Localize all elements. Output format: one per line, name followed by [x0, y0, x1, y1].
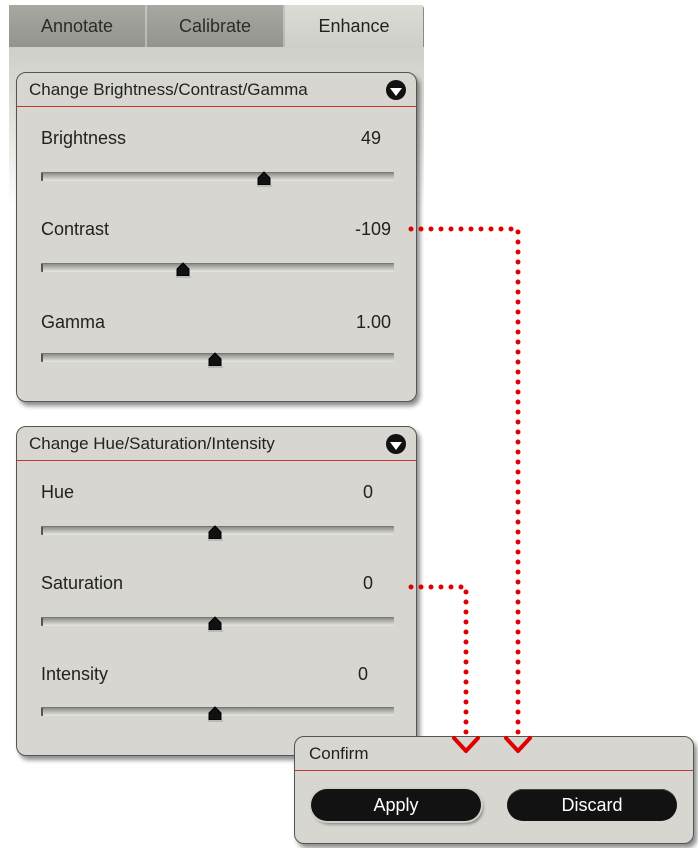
saturation-connector [408, 584, 480, 753]
discard-button[interactable]: Discard [507, 789, 677, 821]
panel-title: Confirm [309, 743, 369, 763]
gamma-value: 1.00 [355, 312, 391, 332]
saturation-label: Saturation [41, 573, 124, 593]
tab-enhance[interactable]: Enhance [285, 5, 423, 47]
hue-slider[interactable] [41, 525, 394, 541]
chevron-down-icon[interactable] [386, 80, 406, 100]
gamma-slider-thumb[interactable] [207, 352, 223, 368]
contrast-slider-thumb[interactable] [175, 262, 192, 278]
saturation-value: 0 [362, 573, 373, 593]
saturation-slider[interactable] [41, 616, 394, 632]
panel-header: Change Brightness/Contrast/Gamma [17, 73, 416, 107]
tab-annotate[interactable]: Annotate [9, 5, 147, 47]
contrast-label: Contrast [41, 219, 110, 239]
intensity-slider-thumb[interactable] [207, 706, 223, 722]
brightness-slider-thumb[interactable] [256, 171, 273, 187]
confirm-panel: Confirm Apply Discard [294, 736, 694, 844]
intensity-slider[interactable] [41, 706, 394, 722]
panel-header: Change Hue/Saturation/Intensity [17, 427, 416, 461]
intensity-value: 0 [357, 664, 368, 684]
panel-header: Confirm [295, 737, 693, 771]
hue-saturation-intensity-panel: Change Hue/Saturation/Intensity Hue 0 Sa… [16, 426, 417, 756]
saturation-slider-thumb[interactable] [207, 616, 223, 632]
brightness-slider[interactable] [41, 171, 394, 187]
apply-button[interactable]: Apply [311, 789, 481, 821]
hue-value: 0 [362, 482, 373, 502]
tab-calibrate[interactable]: Calibrate [147, 5, 285, 47]
contrast-slider[interactable] [41, 262, 394, 278]
intensity-label: Intensity [41, 664, 109, 684]
tab-bar: Annotate Calibrate Enhance [9, 5, 424, 47]
hue-slider-thumb[interactable] [207, 525, 223, 541]
contrast-connector [408, 226, 532, 753]
panel-title: Change Brightness/Contrast/Gamma [29, 79, 308, 99]
brightness-contrast-gamma-panel: Change Brightness/Contrast/Gamma Brightn… [16, 72, 417, 402]
brightness-label: Brightness [41, 128, 127, 148]
gamma-slider[interactable] [41, 352, 394, 368]
panel-title: Change Hue/Saturation/Intensity [29, 433, 275, 453]
hue-label: Hue [41, 482, 75, 502]
chevron-down-icon[interactable] [386, 434, 406, 454]
contrast-value: -109 [354, 219, 391, 239]
brightness-value: 49 [360, 128, 381, 148]
gamma-label: Gamma [41, 312, 106, 332]
